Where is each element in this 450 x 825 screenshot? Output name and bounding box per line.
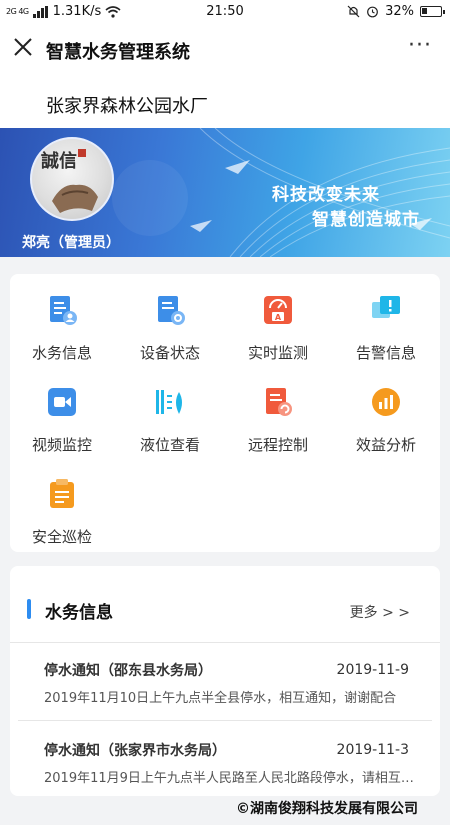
section-accent-bar (27, 599, 31, 619)
menu-video-monitor[interactable]: 视频监控 (10, 374, 114, 454)
benefit-analysis-icon (372, 388, 400, 416)
battery-icon (420, 6, 445, 17)
safety-inspection-icon (50, 479, 74, 508)
video-monitor-icon (48, 388, 76, 416)
avatar[interactable]: 誠信 (30, 137, 114, 221)
menu-realtime-monitor[interactable]: A 实时监测 (226, 282, 330, 362)
menu-safety-inspection[interactable]: 安全巡检 (10, 466, 114, 546)
news-title: 停水通知（张家界市水务局） (44, 743, 226, 759)
menu-label: 告警信息 (355, 344, 416, 362)
page-title: 智慧水务管理系统 (46, 42, 190, 63)
close-icon[interactable] (12, 36, 34, 58)
realtime-monitor-icon: A (264, 296, 292, 324)
svg-text:A: A (275, 313, 282, 322)
water-news-panel: 水务信息 更多 > > 停水通知（邵东县水务局） 2019-11-9 2019年… (10, 566, 440, 796)
plant-name: 张家界森林公园水厂 (46, 96, 208, 117)
alarm-clock-icon (367, 6, 378, 18)
menu-liquid-level[interactable]: 液位查看 (118, 374, 222, 454)
menu-device-status[interactable]: 设备状态 (118, 282, 222, 362)
news-summary: 2019年11月10日上午九点半全县停水，相互通知，谢谢配合 (44, 691, 397, 706)
menu-label: 安全巡检 (31, 528, 92, 546)
menu-label: 效益分析 (355, 436, 416, 454)
news-title: 停水通知（邵东县水务局） (44, 663, 212, 679)
navigation-bar: 智慧水务管理系统 ··· (0, 24, 450, 78)
section-title: 水务信息 (45, 603, 113, 623)
more-menu-button[interactable]: ··· (408, 33, 432, 58)
news-date: 2019-11-9 (336, 662, 409, 678)
news-item[interactable]: 停水通知（邵东县水务局） 2019-11-9 2019年11月10日上午九点半全… (10, 644, 440, 722)
divider (18, 720, 432, 721)
slogan-line-2: 智慧创造城市 (312, 210, 420, 230)
clock: 21:50 (206, 4, 244, 19)
slogan-line-1: 科技改变未来 (272, 185, 380, 205)
copyright-text: ©湖南俊翔科技发展有限公司 (236, 801, 418, 817)
news-summary: 2019年11月9日上午九点半人民路至人民北路段停水，请相互转告 (44, 771, 414, 786)
news-date: 2019-11-3 (336, 742, 409, 758)
avatar-calligraphy: 誠信 (41, 150, 77, 172)
battery-percent: 32% (385, 4, 414, 19)
menu-label: 设备状态 (139, 344, 200, 362)
avatar-handshake-image: 誠信 (41, 149, 98, 213)
water-info-icon (50, 296, 77, 325)
alarm-info-icon (372, 296, 400, 318)
profile-banner: 誠信 郑亮（管理员） 科技改变未来 智慧创造城市 (0, 128, 450, 257)
remote-control-icon (266, 388, 292, 416)
function-menu: 水务信息 设备状态 A 实时监测 告警信息 视频监控 液位查看 远程控制 效益分… (10, 274, 440, 552)
divider (10, 642, 440, 643)
menu-label: 水务信息 (31, 344, 92, 362)
menu-remote-control[interactable]: 远程控制 (226, 374, 330, 454)
manager-name: 郑亮（管理员） (22, 235, 120, 251)
menu-label: 视频监控 (31, 436, 92, 454)
status-bar: 2G 4G 1.31K/s 21:50 32% (0, 0, 450, 24)
menu-water-info[interactable]: 水务信息 (10, 282, 114, 362)
news-item[interactable]: 停水通知（张家界市水务局） 2019-11-3 2019年11月9日上午九点半人… (10, 724, 440, 802)
menu-benefit-analysis[interactable]: 效益分析 (334, 374, 438, 454)
liquid-level-icon (156, 390, 182, 414)
menu-label: 远程控制 (247, 436, 308, 454)
device-status-icon (158, 296, 185, 325)
more-news-link[interactable]: 更多 > > (350, 602, 410, 622)
menu-alarm-info[interactable]: 告警信息 (334, 282, 438, 362)
menu-label: 液位查看 (139, 436, 200, 454)
plant-header: 张家界森林公园水厂 (0, 78, 450, 128)
mute-bell-icon (347, 5, 360, 18)
menu-label: 实时监测 (247, 344, 308, 362)
